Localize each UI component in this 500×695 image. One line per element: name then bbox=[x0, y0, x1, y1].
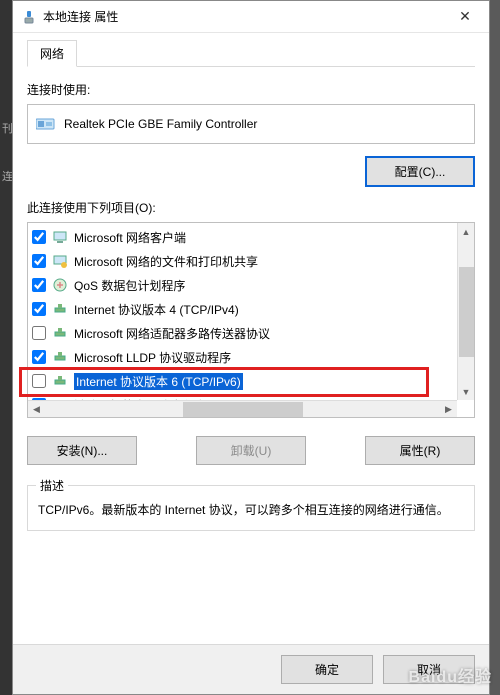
list-item[interactable]: Microsoft 网络的文件和打印机共享 bbox=[30, 249, 454, 273]
scroll-left-button[interactable]: ◀ bbox=[28, 401, 45, 418]
item-checkbox[interactable] bbox=[32, 326, 46, 340]
tab-network[interactable]: 网络 bbox=[27, 40, 77, 67]
protocol-icon bbox=[52, 349, 68, 365]
scroll-down-button[interactable]: ▼ bbox=[458, 383, 475, 400]
list-item[interactable]: Internet 协议版本 6 (TCP/IPv6) bbox=[30, 369, 454, 393]
items-label: 此连接使用下列项目(O): bbox=[27, 199, 475, 216]
titlebar: 本地连接 属性 ✕ bbox=[13, 1, 489, 33]
window-title: 本地连接 属性 bbox=[43, 8, 445, 25]
item-checkbox[interactable] bbox=[32, 254, 46, 268]
vertical-scrollbar[interactable]: ▲ ▼ bbox=[457, 223, 474, 400]
description-group: 描述 TCP/IPv6。最新版本的 Internet 协议，可以跨多个相互连接的… bbox=[27, 485, 475, 531]
properties-button[interactable]: 属性(R) bbox=[365, 436, 475, 465]
horizontal-scrollbar[interactable]: ◀ ▶ bbox=[28, 400, 457, 417]
qos-icon bbox=[52, 277, 68, 293]
item-checkbox[interactable] bbox=[32, 278, 46, 292]
item-label: Microsoft LLDP 协议驱动程序 bbox=[74, 349, 231, 366]
close-button[interactable]: ✕ bbox=[445, 3, 485, 31]
items-listbox: Microsoft 网络客户端 Microsoft 网络的文件和打印机共享 Qo… bbox=[27, 222, 475, 418]
item-checkbox[interactable] bbox=[32, 374, 46, 388]
list-item[interactable]: Microsoft 网络适配器多路传送器协议 bbox=[30, 321, 454, 345]
item-label: Internet 协议版本 4 (TCP/IPv4) bbox=[74, 301, 239, 318]
service-icon bbox=[52, 253, 68, 269]
items-scroll-area[interactable]: Microsoft 网络客户端 Microsoft 网络的文件和打印机共享 Qo… bbox=[27, 222, 475, 418]
scroll-right-button[interactable]: ▶ bbox=[440, 401, 457, 418]
install-button[interactable]: 安装(N)... bbox=[27, 436, 137, 465]
scroll-thumb-horizontal[interactable] bbox=[183, 402, 303, 417]
app-icon bbox=[21, 9, 37, 25]
item-checkbox[interactable] bbox=[32, 302, 46, 316]
ok-button[interactable]: 确定 bbox=[281, 655, 373, 684]
item-label: Microsoft 网络的文件和打印机共享 bbox=[74, 253, 258, 270]
adapter-name: Realtek PCIe GBE Family Controller bbox=[64, 117, 257, 131]
list-item[interactable]: Microsoft 网络客户端 bbox=[30, 225, 454, 249]
item-label: Microsoft 网络适配器多路传送器协议 bbox=[74, 325, 270, 342]
close-icon: ✕ bbox=[459, 8, 471, 25]
item-label: Microsoft 网络客户端 bbox=[74, 229, 186, 246]
configure-button[interactable]: 配置(C)... bbox=[365, 156, 475, 187]
dialog-body: 网络 连接时使用: Realtek PCIe GBE Family Contro… bbox=[13, 33, 489, 644]
dialog-button-bar: 确定 取消 bbox=[13, 644, 489, 694]
properties-dialog: 本地连接 属性 ✕ 网络 连接时使用: Realtek PCIe GBE Fam… bbox=[12, 0, 490, 695]
description-text: TCP/IPv6。最新版本的 Internet 协议，可以跨多个相互连接的网络进… bbox=[38, 500, 464, 520]
scroll-up-button[interactable]: ▲ bbox=[458, 223, 475, 240]
tabstrip: 网络 bbox=[27, 41, 475, 67]
protocol-icon bbox=[52, 325, 68, 341]
item-checkbox[interactable] bbox=[32, 350, 46, 364]
scroll-thumb-vertical[interactable] bbox=[459, 267, 474, 357]
client-icon bbox=[52, 229, 68, 245]
list-item[interactable]: QoS 数据包计划程序 bbox=[30, 273, 454, 297]
background-strip: 刊 连 bbox=[0, 0, 12, 695]
cancel-button[interactable]: 取消 bbox=[383, 655, 475, 684]
list-item[interactable]: Internet 协议版本 4 (TCP/IPv4) bbox=[30, 297, 454, 321]
list-item[interactable]: Microsoft LLDP 协议驱动程序 bbox=[30, 345, 454, 369]
protocol-icon bbox=[52, 301, 68, 317]
connect-using-label: 连接时使用: bbox=[27, 81, 475, 98]
item-label: QoS 数据包计划程序 bbox=[74, 277, 185, 294]
description-legend: 描述 bbox=[36, 477, 68, 494]
adapter-display: Realtek PCIe GBE Family Controller bbox=[27, 104, 475, 144]
uninstall-button[interactable]: 卸载(U) bbox=[196, 436, 306, 465]
item-label: Internet 协议版本 6 (TCP/IPv6) bbox=[74, 373, 243, 390]
item-buttons-row: 安装(N)... 卸载(U) 属性(R) bbox=[27, 436, 475, 465]
nic-icon bbox=[36, 116, 56, 132]
item-checkbox[interactable] bbox=[32, 230, 46, 244]
protocol-icon bbox=[52, 373, 68, 389]
